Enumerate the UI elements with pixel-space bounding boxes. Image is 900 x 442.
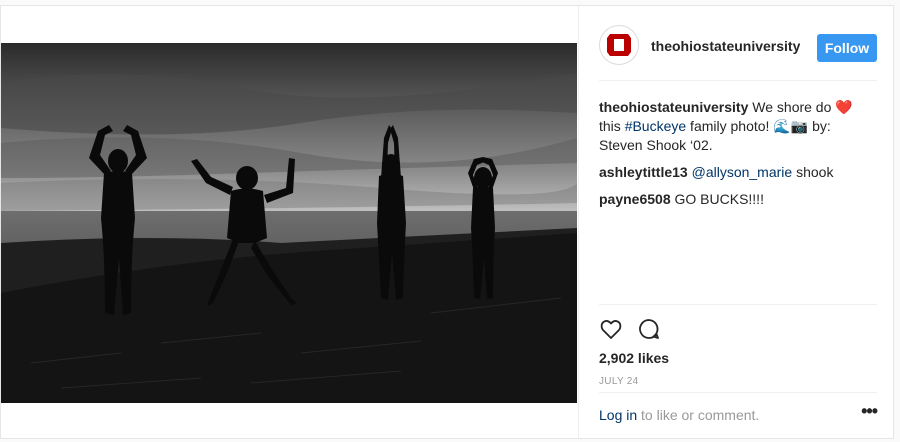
- follow-button[interactable]: Follow: [817, 34, 877, 62]
- post-sidebar: theohiostateuniversity Follow theohiosta…: [579, 6, 893, 438]
- caption-text: this: [599, 118, 625, 134]
- login-row: Log in to like or comment. •••: [599, 392, 878, 435]
- caption: theohiostateuniversity We shore do ❤️ th…: [599, 98, 877, 155]
- likes-count[interactable]: 2,902 likes: [599, 350, 669, 366]
- comment-bubble-icon[interactable]: [637, 317, 661, 341]
- like-heart-icon[interactable]: [599, 317, 623, 341]
- comment-text: GO BUCKS!!!!: [670, 191, 764, 207]
- instagram-post: theohiostateuniversity Follow theohiosta…: [0, 5, 894, 439]
- login-suffix: to like or comment.: [637, 407, 760, 423]
- login-link[interactable]: Log in: [599, 407, 637, 423]
- post-date: JULY 24: [599, 376, 639, 387]
- heart-emoji: ❤️: [835, 99, 853, 115]
- header-username[interactable]: theohiostateuniversity: [651, 38, 800, 54]
- mention-link[interactable]: @allyson_marie: [692, 164, 793, 180]
- post-header: theohiostateuniversity Follow: [599, 24, 877, 81]
- comment-item: payne6508 GO BUCKS!!!!: [599, 190, 877, 209]
- more-options-icon[interactable]: •••: [861, 401, 878, 422]
- ohio-state-block-o-logo: [607, 34, 631, 56]
- caption-text: We shore do: [748, 99, 836, 115]
- photo-panel: [1, 6, 579, 438]
- comment-text: shook: [792, 164, 834, 180]
- comment-username[interactable]: ashleytittle13: [599, 164, 688, 180]
- avatar[interactable]: [599, 25, 639, 65]
- comments-section: theohiostateuniversity We shore do ❤️ th…: [599, 98, 877, 217]
- post-photo[interactable]: [1, 43, 577, 403]
- hashtag-link[interactable]: #Buckeye: [625, 118, 686, 134]
- actions-section: 2,902 likes JULY 24: [599, 304, 877, 387]
- comment-username[interactable]: payne6508: [599, 191, 671, 207]
- login-prompt: Log in to like or comment.: [599, 407, 759, 423]
- caption-username[interactable]: theohiostateuniversity: [599, 99, 748, 115]
- comment-item: ashleytittle13 @allyson_marie shook: [599, 163, 877, 182]
